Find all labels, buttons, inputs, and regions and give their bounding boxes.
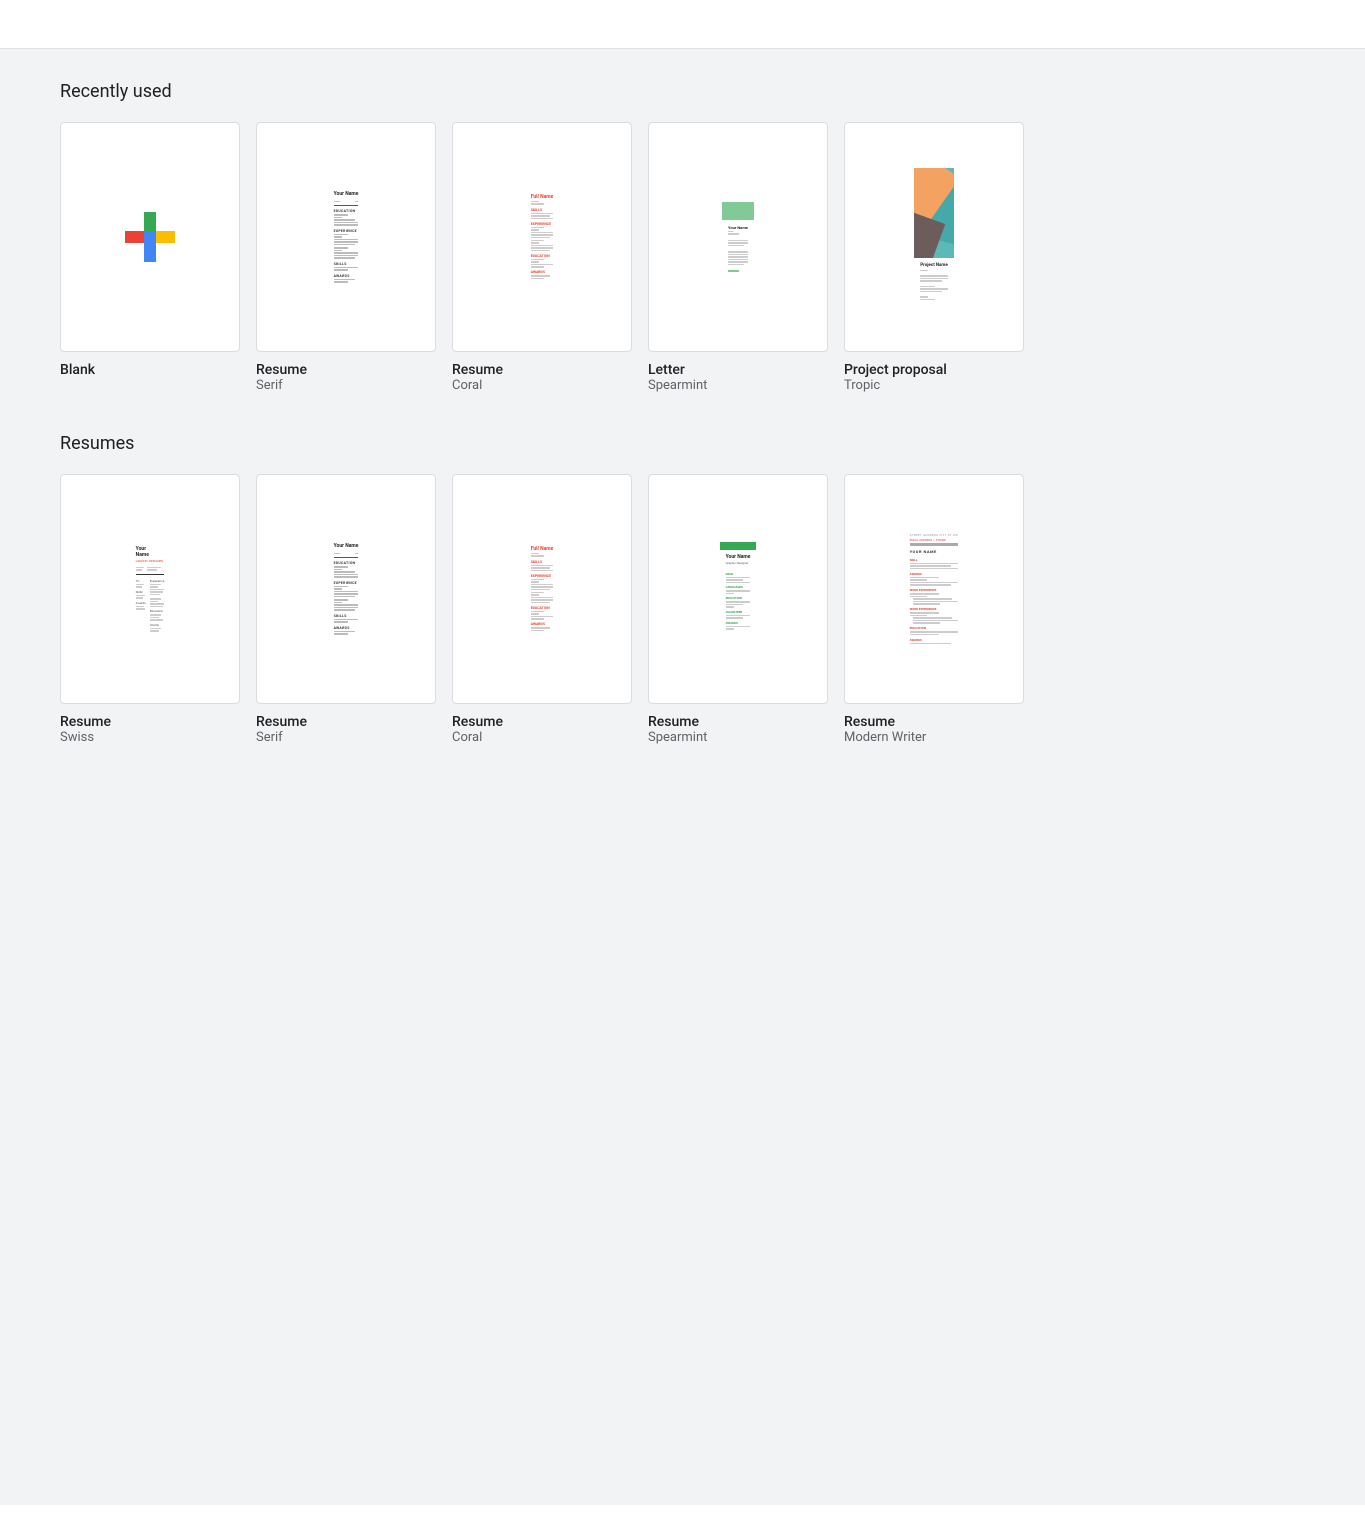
template-label-resume-coral: ResumeCoral [452, 714, 632, 745]
template-subname-resume-swiss: Swiss [60, 730, 240, 745]
template-name-resume-coral: Resume [452, 714, 632, 730]
template-label-resume-modern: ResumeModern Writer [844, 714, 1024, 745]
template-item-resume-serif[interactable]: Your Name Education Experience Skills Aw… [256, 474, 436, 745]
template-subname-project-proposal-tropic: Tropic [844, 378, 1024, 393]
template-name-project-proposal-tropic: Project proposal [844, 362, 1024, 378]
template-item-letter-spearmint[interactable]: Your Name LetterSpearmint [648, 122, 828, 393]
template-label-resume-serif: ResumeSerif [256, 714, 436, 745]
template-label-resume-coral-recent: ResumeCoral [452, 362, 632, 393]
template-item-project-proposal-tropic[interactable]: Project Name Project proposalTropic [844, 122, 1024, 393]
template-name-letter-spearmint: Letter [648, 362, 828, 378]
template-label-letter-spearmint: LetterSpearmint [648, 362, 828, 393]
template-subname-resume-spearmint: Spearmint [648, 730, 828, 745]
header [0, 0, 1365, 49]
section-title-recently-used: Recently used [60, 81, 1305, 102]
template-subname-resume-modern: Modern Writer [844, 730, 1024, 745]
template-name-resume-spearmint: Resume [648, 714, 828, 730]
section-resumes: Resumes YourName GRAPHIC DESIGNER TO Ski… [60, 433, 1305, 745]
gallery-container: Recently used Blank Your Name Education … [0, 49, 1365, 1505]
template-label-project-proposal-tropic: Project proposalTropic [844, 362, 1024, 393]
template-item-resume-spearmint[interactable]: Your Name Graphic Designer FIELD LANGUAG… [648, 474, 828, 745]
template-item-resume-coral[interactable]: Full Name Skills Experience Education Aw… [452, 474, 632, 745]
template-item-resume-coral-recent[interactable]: Full Name Skills Experience Education Aw… [452, 122, 632, 393]
template-thumbnail-resume-coral-recent[interactable]: Full Name Skills Experience Education Aw… [452, 122, 632, 352]
template-subname-resume-coral: Coral [452, 730, 632, 745]
template-name-resume-coral-recent: Resume [452, 362, 632, 378]
template-thumbnail-resume-spearmint[interactable]: Your Name Graphic Designer FIELD LANGUAG… [648, 474, 828, 704]
template-thumbnail-blank[interactable] [60, 122, 240, 352]
template-thumbnail-resume-serif[interactable]: Your Name Education Experience Skills Aw… [256, 474, 436, 704]
template-thumbnail-resume-coral[interactable]: Full Name Skills Experience Education Aw… [452, 474, 632, 704]
template-subname-letter-spearmint: Spearmint [648, 378, 828, 393]
template-subname-resume-serif-recent: Serif [256, 378, 436, 393]
template-name-resume-modern: Resume [844, 714, 1024, 730]
template-thumbnail-resume-modern[interactable]: STREET ADDRESS CITY ST ZIP EMAIL ADDRESS… [844, 474, 1024, 704]
templates-grid-recently-used: Blank Your Name Education Experience Ski… [60, 122, 1305, 393]
template-item-resume-modern[interactable]: STREET ADDRESS CITY ST ZIP EMAIL ADDRESS… [844, 474, 1024, 745]
template-thumbnail-project-proposal-tropic[interactable]: Project Name [844, 122, 1024, 352]
template-thumbnail-resume-serif-recent[interactable]: Your Name Education Experience Skills Aw… [256, 122, 436, 352]
template-name-resume-serif: Resume [256, 714, 436, 730]
section-recently-used: Recently used Blank Your Name Education … [60, 81, 1305, 393]
template-thumbnail-letter-spearmint[interactable]: Your Name [648, 122, 828, 352]
template-name-resume-swiss: Resume [60, 714, 240, 730]
template-label-resume-spearmint: ResumeSpearmint [648, 714, 828, 745]
template-label-blank: Blank [60, 362, 240, 378]
template-subname-resume-serif: Serif [256, 730, 436, 745]
template-name-resume-serif-recent: Resume [256, 362, 436, 378]
template-subname-resume-coral-recent: Coral [452, 378, 632, 393]
section-title-resumes: Resumes [60, 433, 1305, 454]
templates-grid-resumes: YourName GRAPHIC DESIGNER TO Skills Awar… [60, 474, 1305, 745]
template-item-resume-swiss[interactable]: YourName GRAPHIC DESIGNER TO Skills Awar… [60, 474, 240, 745]
template-name-blank: Blank [60, 362, 240, 378]
template-label-resume-swiss: ResumeSwiss [60, 714, 240, 745]
template-item-resume-serif-recent[interactable]: Your Name Education Experience Skills Aw… [256, 122, 436, 393]
template-label-resume-serif-recent: ResumeSerif [256, 362, 436, 393]
template-thumbnail-resume-swiss[interactable]: YourName GRAPHIC DESIGNER TO Skills Awar… [60, 474, 240, 704]
template-item-blank[interactable]: Blank [60, 122, 240, 393]
